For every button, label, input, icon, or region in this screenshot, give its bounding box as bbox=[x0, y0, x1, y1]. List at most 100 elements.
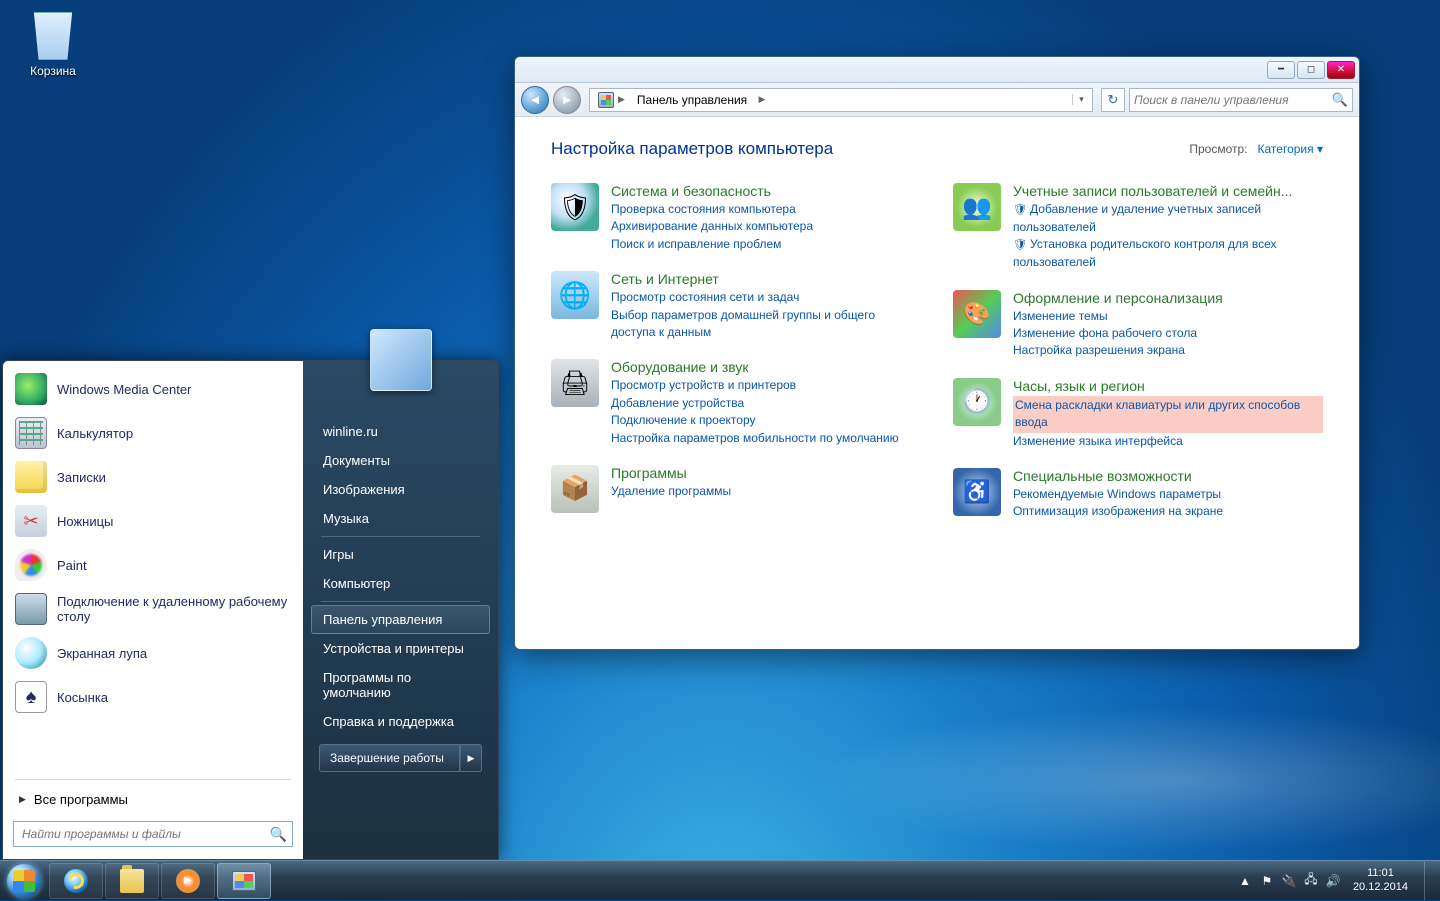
link-homegroup[interactable]: Выбор параметров домашней группы и общег… bbox=[611, 307, 921, 342]
close-button[interactable]: ✕ bbox=[1327, 61, 1355, 79]
solitaire-icon bbox=[15, 681, 47, 713]
ie-icon bbox=[64, 869, 88, 893]
scissors-icon bbox=[15, 505, 47, 537]
link-troubleshoot[interactable]: Поиск и исправление проблем bbox=[611, 236, 813, 253]
default-programs[interactable]: Программы по умолчанию bbox=[311, 663, 490, 707]
start-menu: Windows Media Center Калькулятор Записки… bbox=[2, 360, 499, 860]
link-wallpaper[interactable]: Изменение фона рабочего стола bbox=[1013, 325, 1223, 342]
category-personalization[interactable]: Оформление и персонализация bbox=[1013, 290, 1223, 306]
view-by-dropdown[interactable]: Категория ▾ bbox=[1258, 142, 1323, 156]
link-recommended[interactable]: Рекомендуемые Windows параметры bbox=[1013, 486, 1223, 503]
all-programs[interactable]: Все программы bbox=[5, 784, 301, 815]
breadcrumb[interactable]: ▶ Панель управления ▶ ▾ bbox=[589, 88, 1093, 112]
category-users[interactable]: Учетные записи пользователей и семейн... bbox=[1013, 183, 1323, 199]
category-system-security[interactable]: Система и безопасность bbox=[611, 183, 813, 199]
refresh-button[interactable]: ↻ bbox=[1101, 88, 1125, 112]
link-net-status[interactable]: Просмотр состояния сети и задач bbox=[611, 289, 921, 306]
shutdown-options[interactable]: ▶ bbox=[460, 744, 482, 772]
separator bbox=[15, 779, 291, 780]
program-magnifier[interactable]: Экранная лупа bbox=[5, 631, 301, 675]
tray-power-icon[interactable]: 🔌 bbox=[1281, 873, 1297, 889]
search-icon: 🔍 bbox=[1332, 92, 1348, 108]
computer[interactable]: Компьютер bbox=[311, 569, 490, 598]
category-programs[interactable]: Программы bbox=[611, 465, 731, 481]
start-button[interactable] bbox=[0, 861, 48, 901]
rdp-icon bbox=[15, 593, 47, 625]
user-folder[interactable]: winline.ru bbox=[311, 417, 490, 446]
start-menu-programs: Windows Media Center Калькулятор Записки… bbox=[3, 361, 303, 859]
view-by: Просмотр: Категория ▾ bbox=[1189, 142, 1323, 156]
category-clock-region[interactable]: Часы, язык и регион bbox=[1013, 378, 1323, 394]
users-icon bbox=[953, 183, 1001, 231]
page-title: Настройка параметров компьютера bbox=[551, 139, 833, 159]
link-theme[interactable]: Изменение темы bbox=[1013, 308, 1223, 325]
link-display-lang[interactable]: Изменение языка интерфейса bbox=[1013, 433, 1323, 450]
search-box[interactable]: 🔍 bbox=[1129, 88, 1353, 112]
taskbar-control-panel[interactable] bbox=[217, 863, 271, 899]
category-hardware[interactable]: Оборудование и звук bbox=[611, 359, 899, 375]
program-snipping-tool[interactable]: Ножницы bbox=[5, 499, 301, 543]
start-search: 🔍 bbox=[13, 821, 293, 847]
desktop-icon-label: Корзина bbox=[16, 64, 90, 78]
link-check-status[interactable]: Проверка состояния компьютера bbox=[611, 201, 813, 218]
link-mobility[interactable]: Настройка параметров мобильности по умол… bbox=[611, 430, 899, 447]
control-panel-window: ━ ◻ ✕ ◄ ► ▶ Панель управления ▶ ▾ ↻ 🔍 На… bbox=[514, 56, 1360, 650]
search-input[interactable] bbox=[1134, 93, 1332, 107]
devices-printers[interactable]: Устройства и принтеры bbox=[311, 634, 490, 663]
taskbar-clock[interactable]: 11:01 20.12.2014 bbox=[1347, 867, 1414, 895]
program-wmc[interactable]: Windows Media Center bbox=[5, 367, 301, 411]
maximize-button[interactable]: ◻ bbox=[1297, 61, 1325, 79]
control-panel-link[interactable]: Панель управления bbox=[311, 605, 490, 634]
link-uninstall[interactable]: Удаление программы bbox=[611, 483, 731, 500]
link-backup[interactable]: Архивирование данных компьютера bbox=[611, 218, 813, 235]
program-calculator[interactable]: Калькулятор bbox=[5, 411, 301, 455]
link-parental[interactable]: Установка родительского контроля для все… bbox=[1013, 236, 1323, 271]
hardware-icon bbox=[551, 359, 599, 407]
taskbar-ie[interactable] bbox=[49, 863, 103, 899]
desktop-icon-recycle-bin[interactable]: Корзина bbox=[16, 12, 90, 78]
tray-network-icon[interactable]: 🖧 bbox=[1303, 873, 1319, 889]
shutdown-button[interactable]: Завершение работы bbox=[319, 744, 460, 772]
link-add-device[interactable]: Добавление устройства bbox=[611, 395, 899, 412]
tray-notification-icon[interactable]: ▲ bbox=[1237, 873, 1253, 889]
minimize-button[interactable]: ━ bbox=[1267, 61, 1295, 79]
system-tray: ▲ ⚑ 🔌 🖧 🔊 11:01 20.12.2014 bbox=[1237, 862, 1440, 900]
taskbar-explorer[interactable] bbox=[105, 863, 159, 899]
category-ease-of-access[interactable]: Специальные возможности bbox=[1013, 468, 1223, 484]
control-panel-icon bbox=[232, 871, 256, 891]
link-resolution[interactable]: Настройка разрешения экрана bbox=[1013, 342, 1223, 359]
tray-action-center-icon[interactable]: ⚑ bbox=[1259, 873, 1275, 889]
calculator-icon bbox=[15, 417, 47, 449]
breadcrumb-segment[interactable]: Панель управления bbox=[637, 93, 747, 107]
show-desktop-button[interactable] bbox=[1424, 862, 1432, 900]
help-support[interactable]: Справка и поддержка bbox=[311, 707, 490, 736]
start-search-input[interactable] bbox=[13, 821, 293, 847]
link-projector[interactable]: Подключение к проектору bbox=[611, 412, 899, 429]
music[interactable]: Музыка bbox=[311, 504, 490, 533]
link-devices[interactable]: Просмотр устройств и принтеров bbox=[611, 377, 899, 394]
back-button[interactable]: ◄ bbox=[521, 86, 549, 114]
taskbar-wmp[interactable] bbox=[161, 863, 215, 899]
network-icon bbox=[551, 271, 599, 319]
forward-button[interactable]: ► bbox=[553, 86, 581, 114]
recycle-bin-icon bbox=[29, 12, 77, 60]
user-avatar[interactable] bbox=[370, 329, 432, 391]
link-keyboard-layout[interactable]: Смена раскладки клавиатуры или других сп… bbox=[1013, 396, 1323, 433]
wmp-icon bbox=[176, 869, 200, 893]
program-solitaire[interactable]: Косынка bbox=[5, 675, 301, 719]
link-add-remove-users[interactable]: Добавление и удаление учетных записей по… bbox=[1013, 201, 1323, 236]
documents[interactable]: Документы bbox=[311, 446, 490, 475]
window-titlebar[interactable]: ━ ◻ ✕ bbox=[515, 57, 1359, 83]
control-panel-icon bbox=[598, 92, 614, 108]
program-sticky-notes[interactable]: Записки bbox=[5, 455, 301, 499]
tray-volume-icon[interactable]: 🔊 bbox=[1325, 873, 1341, 889]
games[interactable]: Игры bbox=[311, 540, 490, 569]
system-security-icon bbox=[551, 183, 599, 231]
link-optimize-display[interactable]: Оптимизация изображения на экране bbox=[1013, 503, 1223, 520]
pictures[interactable]: Изображения bbox=[311, 475, 490, 504]
breadcrumb-dropdown[interactable]: ▾ bbox=[1072, 94, 1090, 105]
clock-time: 11:01 bbox=[1353, 867, 1408, 881]
program-paint[interactable]: Paint bbox=[5, 543, 301, 587]
program-rdp[interactable]: Подключение к удаленному рабочему столу bbox=[5, 587, 301, 631]
category-network[interactable]: Сеть и Интернет bbox=[611, 271, 921, 287]
